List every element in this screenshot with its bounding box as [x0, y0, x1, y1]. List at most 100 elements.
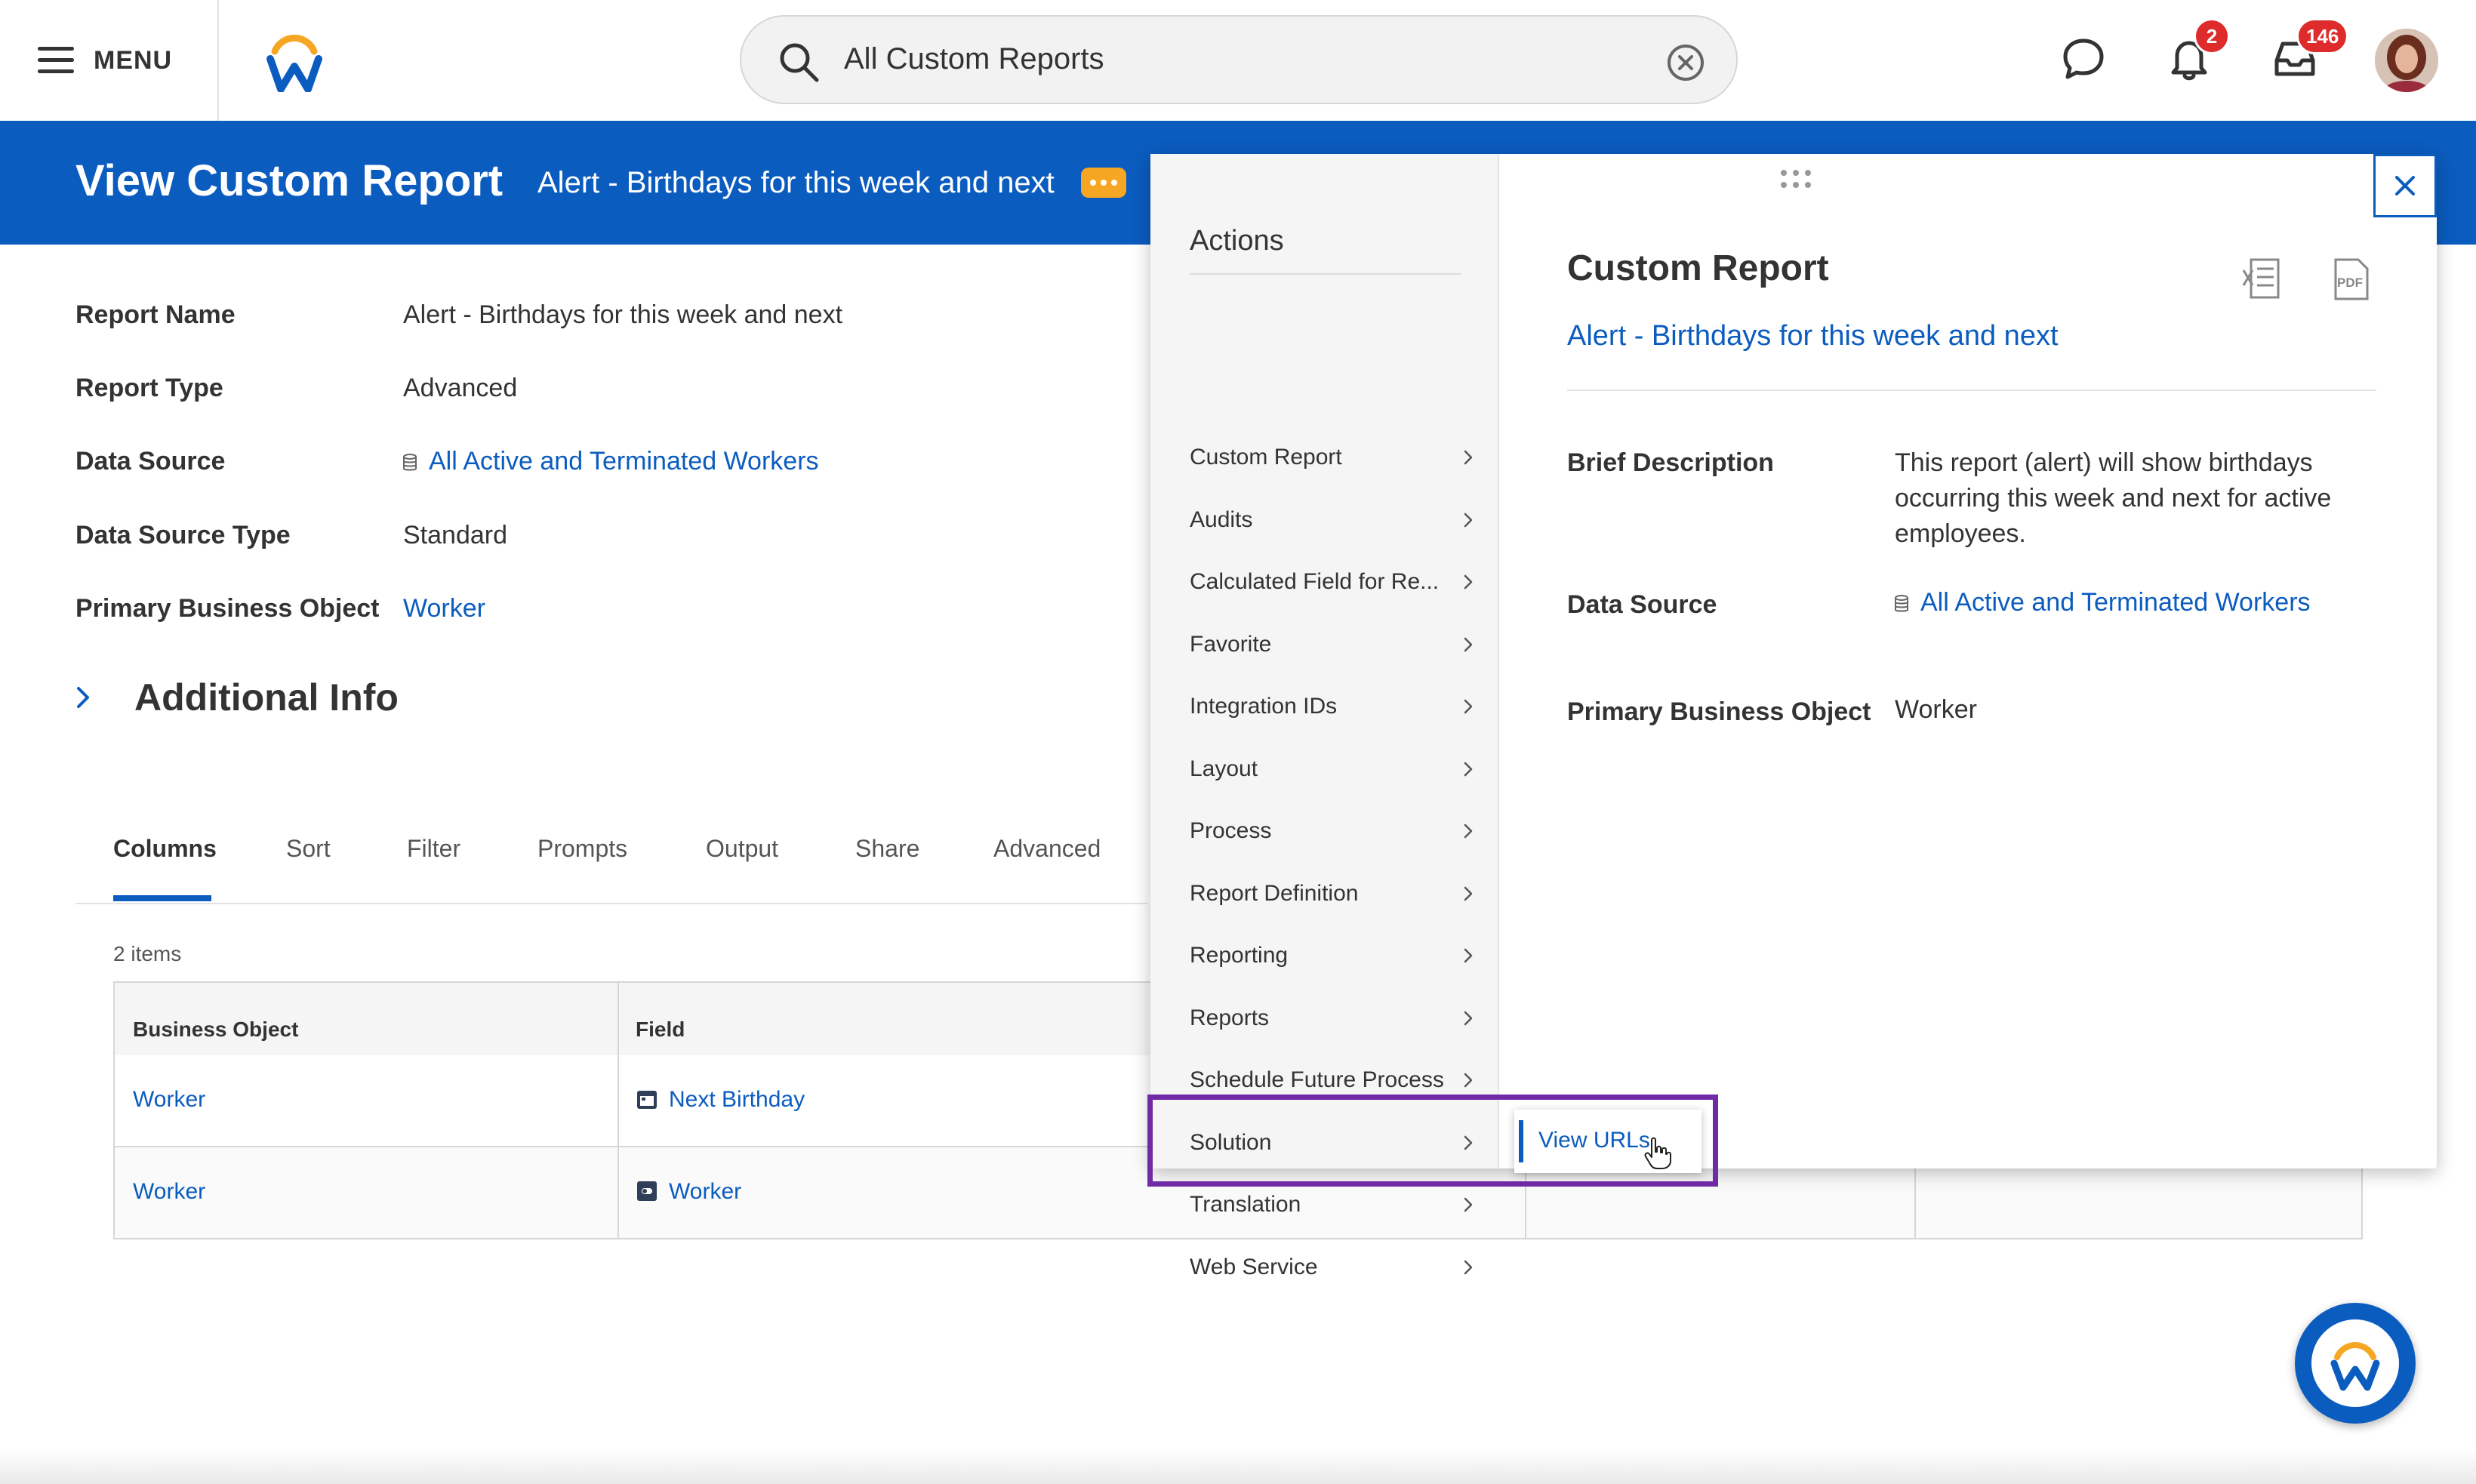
inbox-badge: 146	[2296, 18, 2349, 54]
chevron-right-icon	[1464, 699, 1473, 714]
user-avatar[interactable]	[2375, 29, 2438, 92]
items-count: 2 items	[113, 942, 182, 965]
workday-logo-icon[interactable]	[264, 29, 325, 92]
popup-data-source-link[interactable]: All Active and Terminated Workers	[1920, 588, 2311, 617]
tab-filter[interactable]: Filter	[407, 835, 460, 863]
tab-columns[interactable]: Columns	[113, 835, 217, 863]
field-link-label: Worker	[669, 1179, 742, 1204]
action-item[interactable]: Report Definition	[1190, 871, 1475, 916]
svg-text:PDF: PDF	[2337, 276, 2363, 290]
close-popup-button[interactable]	[2373, 154, 2437, 217]
primary-business-object-link[interactable]: Worker	[403, 594, 485, 623]
primary-business-object-label: Primary Business Object	[75, 594, 380, 623]
action-item[interactable]: Reporting	[1190, 933, 1475, 978]
clear-search-icon[interactable]	[1665, 42, 1706, 83]
report-name-value: Alert - Birthdays for this week and next	[403, 300, 843, 329]
action-item[interactable]: Calculated Field for Re...	[1190, 559, 1475, 605]
active-tab-indicator	[113, 895, 211, 901]
action-item-label: Calculated Field for Re...	[1190, 569, 1440, 594]
action-item-label: Process	[1190, 818, 1272, 843]
drag-handle-icon[interactable]	[1777, 166, 1815, 192]
data-source-link[interactable]: All Active and Terminated Workers	[429, 447, 819, 476]
action-item[interactable]: Reports	[1190, 996, 1475, 1041]
actions-pane: Actions Custom Report Audits Calculated Fi…	[1150, 154, 1499, 1279]
notifications-badge: 2	[2194, 18, 2230, 54]
chevron-right-icon	[1464, 1011, 1473, 1025]
page-subtitle: Alert - Birthdays for this week and next	[537, 166, 1055, 199]
chevron-right-icon	[1464, 450, 1473, 465]
action-item-label: Web Service	[1190, 1254, 1318, 1279]
related-actions-popup: Actions Custom Report Audits Calculated Fi…	[1150, 154, 2437, 1279]
related-actions-button[interactable]	[1081, 168, 1126, 198]
report-name-label: Report Name	[75, 300, 236, 329]
action-item-label: Layout	[1190, 756, 1258, 781]
topbar-divider	[217, 0, 219, 121]
column-header-field[interactable]: Field	[636, 1018, 685, 1042]
tab-share[interactable]: Share	[855, 835, 919, 863]
search-bar[interactable]: All Custom Reports	[740, 15, 1738, 104]
search-input[interactable]: All Custom Reports	[844, 42, 1104, 76]
instance-icon	[637, 1181, 657, 1201]
export-pdf-icon[interactable]: PDF	[2330, 257, 2372, 302]
details-report-link[interactable]: Alert - Birthdays for this week and next	[1567, 320, 2059, 353]
report-type-label: Report Type	[75, 374, 223, 402]
action-item[interactable]: Translation	[1190, 1182, 1475, 1227]
workday-assistant-icon	[2330, 1342, 2380, 1391]
action-item-label: Reports	[1190, 1005, 1270, 1030]
action-item[interactable]: Custom Report	[1190, 435, 1475, 480]
view-urls-menu-item[interactable]: View URLs	[1538, 1128, 1650, 1153]
tab-prompts[interactable]: Prompts	[537, 835, 627, 863]
action-item[interactable]: Layout	[1190, 747, 1475, 792]
database-icon	[1895, 595, 1908, 612]
tab-output[interactable]: Output	[706, 835, 778, 863]
close-icon	[2395, 176, 2415, 196]
action-item[interactable]: Process	[1190, 808, 1475, 854]
export-excel-icon[interactable]	[2240, 257, 2283, 302]
chevron-right-icon	[77, 687, 89, 708]
field-link[interactable]: Worker	[636, 1179, 741, 1205]
action-item[interactable]: Integration IDs	[1190, 684, 1475, 729]
chevron-right-icon	[1464, 762, 1473, 776]
menu-button[interactable]: MENU	[38, 38, 172, 83]
chevron-right-icon	[1464, 574, 1473, 590]
column-header-business-object[interactable]: Business Object	[133, 1018, 298, 1042]
action-item[interactable]: Web Service	[1190, 1245, 1475, 1290]
chevron-right-icon	[1464, 824, 1473, 839]
action-item-label: Custom Report	[1190, 445, 1342, 470]
field-link-label: Next Birthday	[669, 1087, 805, 1112]
action-item-label: Audits	[1190, 506, 1253, 532]
top-bar: MENU All Custom Reports 2 146	[0, 0, 2476, 122]
report-tabs: Columns Sort Filter Prompts Output Share…	[75, 815, 1147, 904]
chat-icon[interactable]	[2059, 35, 2108, 83]
chevron-right-icon	[1464, 1073, 1473, 1088]
actions-title: Actions	[1190, 225, 1284, 257]
chevron-right-icon	[1464, 948, 1473, 963]
popup-pbo-link[interactable]: Worker	[1895, 692, 1977, 728]
data-source-value[interactable]: All Active and Terminated Workers	[403, 447, 819, 476]
action-item-label: Translation	[1190, 1192, 1301, 1217]
assistant-inner	[2311, 1319, 2399, 1407]
data-source-label: Data Source	[75, 447, 226, 476]
popup-data-source-label: Data Source	[1567, 590, 1717, 619]
search-icon	[780, 43, 819, 82]
chevron-right-icon	[1464, 1260, 1473, 1274]
popup-data-source-value[interactable]: All Active and Terminated Workers	[1895, 585, 2311, 620]
business-object-link[interactable]: Worker	[133, 1179, 205, 1205]
brief-description-value: This report (alert) will show birthdays …	[1895, 448, 2332, 548]
tab-advanced[interactable]: Advanced	[993, 835, 1101, 863]
tab-sort[interactable]: Sort	[286, 835, 331, 863]
assistant-button[interactable]	[2295, 1303, 2416, 1424]
chevron-right-icon	[1464, 637, 1473, 651]
menu-label: MENU	[94, 45, 173, 75]
chevron-right-icon	[1464, 886, 1473, 901]
additional-info-toggle[interactable]: Additional Info	[68, 676, 399, 719]
business-object-link[interactable]: Worker	[133, 1087, 205, 1113]
action-item-label: Report Definition	[1190, 880, 1359, 906]
brief-description-label: Brief Description	[1567, 448, 1774, 477]
action-item[interactable]: Favorite	[1190, 622, 1475, 667]
field-link[interactable]: Next Birthday	[636, 1087, 805, 1113]
action-item[interactable]: Audits	[1190, 497, 1475, 543]
column-divider	[617, 983, 619, 1238]
action-item-label: Schedule Future Process	[1190, 1067, 1444, 1092]
database-icon	[403, 454, 417, 471]
